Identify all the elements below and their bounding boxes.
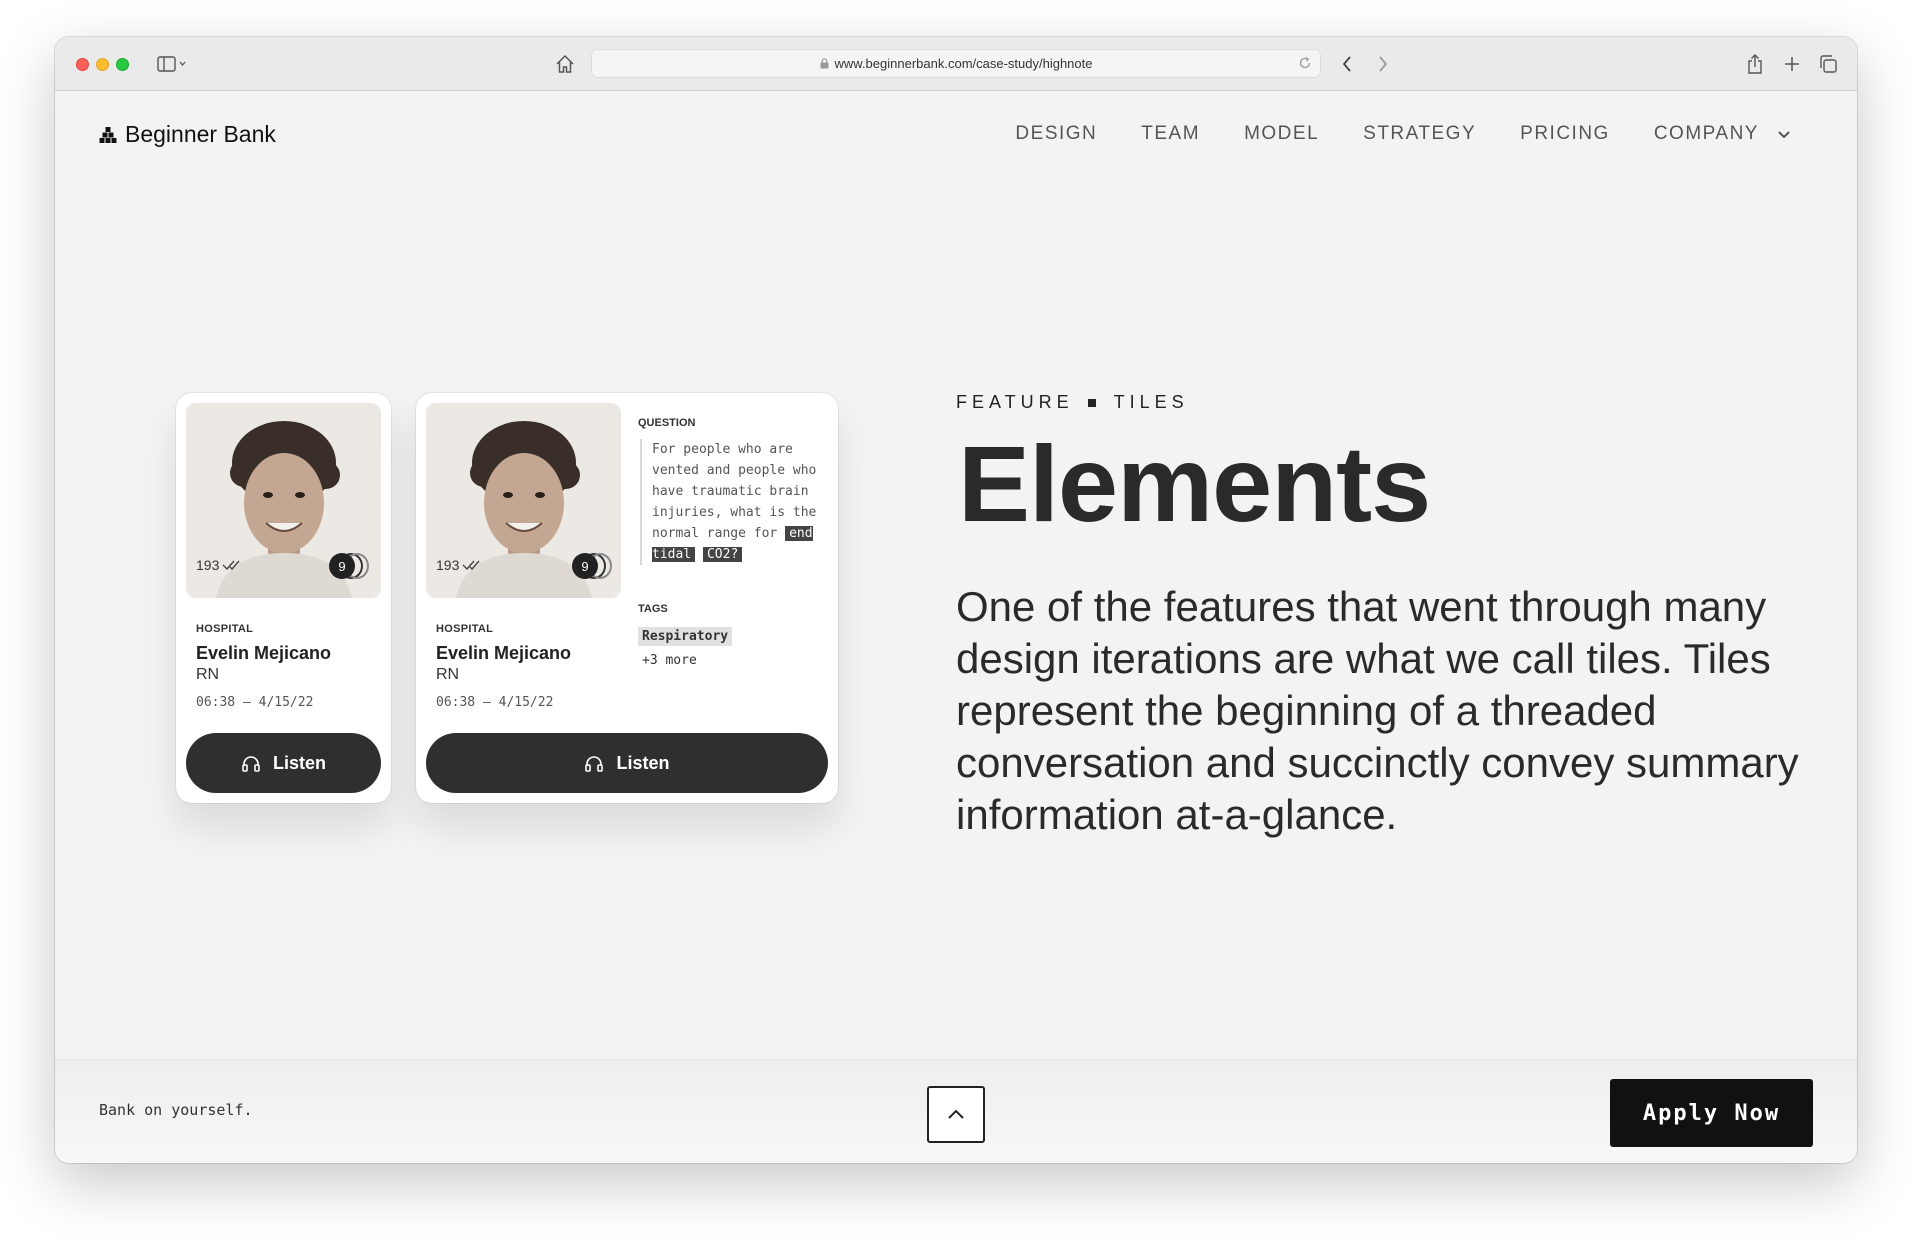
person-name: Evelin Mejicano bbox=[196, 643, 332, 663]
question-text: For people who are vented and people who… bbox=[640, 439, 825, 565]
nav-item-pricing[interactable]: PRICING bbox=[1520, 123, 1610, 145]
nav-item-company-label: COMPANY bbox=[1653, 123, 1759, 144]
maximize-window-button[interactable] bbox=[116, 58, 129, 71]
tile-category: HOSPITAL bbox=[436, 623, 494, 635]
listen-button-label: Listen bbox=[272, 752, 326, 773]
scroll-to-top-button[interactable] bbox=[927, 1086, 985, 1143]
tag-chip[interactable]: Respiratory bbox=[638, 627, 733, 646]
section-body: One of the features that went through ma… bbox=[956, 583, 1799, 838]
section-eyebrow: FEATURE TILES bbox=[956, 392, 1189, 413]
logo-mark-icon bbox=[99, 126, 117, 143]
reply-count: 193 bbox=[196, 557, 244, 573]
address-bar[interactable]: www.beginnerbank.com/case-study/highnote bbox=[591, 49, 1321, 78]
headphones-icon bbox=[585, 756, 604, 772]
new-tab-button[interactable] bbox=[1782, 52, 1802, 76]
tab-overview-button[interactable] bbox=[1818, 52, 1838, 76]
back-button[interactable] bbox=[1337, 52, 1357, 76]
chevron-up-icon bbox=[948, 1109, 964, 1119]
chevron-right-icon bbox=[1379, 56, 1388, 72]
nav-item-team[interactable]: TEAM bbox=[1141, 123, 1200, 145]
plus-icon bbox=[1785, 57, 1799, 71]
nav-item-company[interactable]: COMPANY bbox=[1654, 123, 1791, 145]
sidebar-toggle-button[interactable] bbox=[152, 52, 192, 76]
minimize-window-button[interactable] bbox=[96, 58, 109, 71]
tabs-icon bbox=[1820, 55, 1837, 73]
nav-item-model[interactable]: MODEL bbox=[1244, 123, 1319, 145]
listen-button[interactable]: Listen bbox=[186, 733, 381, 793]
participant-count: 9 bbox=[329, 553, 355, 579]
tile-category: HOSPITAL bbox=[196, 623, 254, 635]
forward-button[interactable] bbox=[1373, 52, 1393, 76]
person-role: RN bbox=[196, 666, 220, 683]
reload-icon[interactable] bbox=[1298, 56, 1312, 70]
tags-label: TAGS bbox=[638, 603, 668, 615]
question-highlight: CO2? bbox=[702, 547, 743, 562]
headphones-icon bbox=[242, 756, 260, 772]
conversation-tile-expanded[interactable]: 193 9 HOSPITAL Evelin Mejicano RN 06:38 … bbox=[416, 393, 838, 803]
square-bullet-icon bbox=[1087, 398, 1096, 407]
more-tags-link[interactable]: +3 more bbox=[642, 653, 697, 668]
person-name: Evelin Mejicano bbox=[436, 643, 572, 663]
close-window-button[interactable] bbox=[76, 58, 89, 71]
timestamp: 06:38 – 4/15/22 bbox=[436, 695, 554, 710]
main-menu: DESIGN TEAM MODEL STRATEGY PRICING COMPA… bbox=[971, 123, 1791, 145]
double-check-icon bbox=[462, 560, 480, 571]
eyebrow-tiles: TILES bbox=[1113, 392, 1189, 412]
share-icon bbox=[1748, 54, 1762, 74]
person-role: RN bbox=[436, 666, 460, 683]
sticky-footer: Bank on yourself. Apply Now bbox=[55, 1059, 1857, 1163]
double-check-icon bbox=[222, 560, 240, 571]
logo-text: Beginner Bank bbox=[125, 121, 276, 147]
timestamp: 06:38 – 4/15/22 bbox=[196, 695, 314, 710]
web-page: Beginner Bank DESIGN TEAM MODEL STRATEGY… bbox=[55, 91, 1857, 1163]
nav-item-strategy[interactable]: STRATEGY bbox=[1363, 123, 1476, 145]
question-label: QUESTION bbox=[638, 417, 696, 429]
site-nav: Beginner Bank DESIGN TEAM MODEL STRATEGY… bbox=[55, 91, 1857, 163]
footer-tagline: Bank on yourself. bbox=[99, 1101, 253, 1119]
site-logo[interactable]: Beginner Bank bbox=[99, 121, 276, 148]
chevron-left-icon bbox=[1342, 56, 1351, 72]
browser-titlebar: www.beginnerbank.com/case-study/highnote bbox=[55, 37, 1857, 91]
nav-item-design[interactable]: DESIGN bbox=[1015, 123, 1097, 145]
participant-count: 9 bbox=[572, 553, 598, 579]
sidebar-icon bbox=[157, 56, 186, 72]
chevron-down-icon bbox=[1778, 130, 1790, 138]
apply-now-button[interactable]: Apply Now bbox=[1610, 1079, 1813, 1147]
listen-button-label: Listen bbox=[616, 752, 670, 773]
address-text: www.beginnerbank.com/case-study/highnote bbox=[834, 56, 1093, 71]
eyebrow-feature: FEATURE bbox=[956, 392, 1074, 412]
browser-window: www.beginnerbank.com/case-study/highnote bbox=[55, 37, 1857, 1163]
home-button[interactable] bbox=[553, 52, 577, 76]
listen-button[interactable]: Listen bbox=[426, 733, 828, 793]
reply-count-value: 193 bbox=[196, 557, 220, 573]
home-icon bbox=[556, 54, 574, 73]
participant-badge: 9 bbox=[329, 553, 369, 579]
conversation-tile-compact[interactable]: 193 9 HOSPITAL Evelin Mejicano RN 06:38 … bbox=[176, 393, 391, 803]
reply-count-value: 193 bbox=[436, 557, 460, 573]
share-button[interactable] bbox=[1745, 52, 1765, 76]
section-headline: Elements bbox=[958, 423, 1431, 544]
reply-count: 193 bbox=[436, 557, 484, 573]
lock-icon bbox=[820, 58, 828, 69]
